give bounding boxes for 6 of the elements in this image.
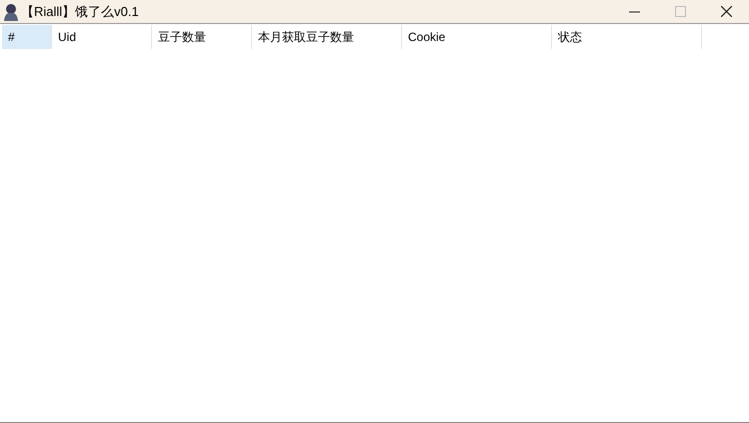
column-header[interactable]: # [2, 25, 52, 49]
window-title: 【Rialll】饿了么v0.1 [21, 2, 139, 21]
maximize-icon [674, 6, 686, 17]
app-icon [3, 2, 19, 20]
close-icon [720, 6, 732, 17]
minimize-icon [628, 10, 640, 12]
